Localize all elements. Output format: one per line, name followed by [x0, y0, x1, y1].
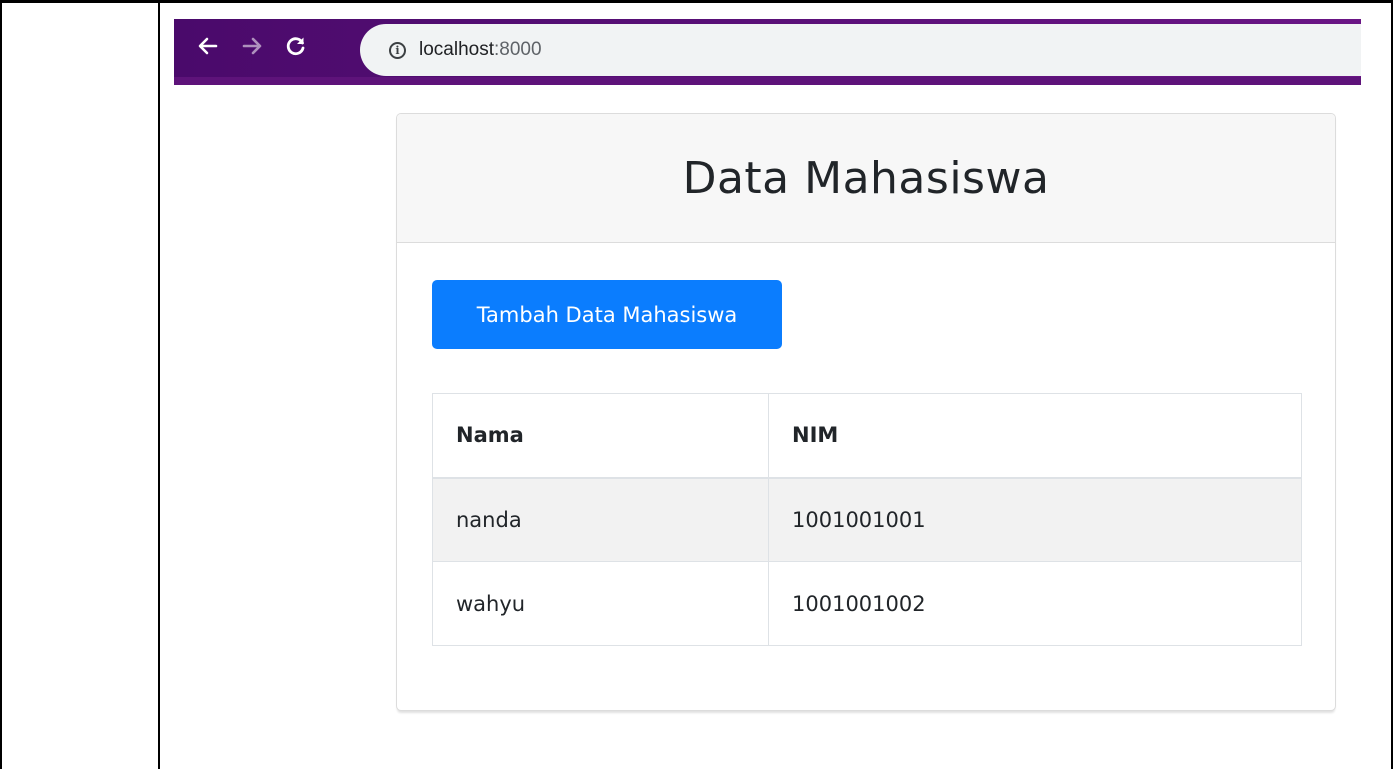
- cell-nama: wahyu: [432, 561, 769, 646]
- forward-button[interactable]: [237, 31, 267, 61]
- arrow-left-icon: [198, 37, 218, 55]
- frame-left-border: [0, 0, 2, 769]
- url-text[interactable]: localhost:8000: [419, 39, 542, 61]
- table-header-row: Nama NIM: [432, 393, 1302, 479]
- arrow-right-icon: [242, 37, 262, 55]
- info-icon[interactable]: i: [389, 41, 406, 59]
- card-header: Data Mahasiswa: [397, 114, 1335, 243]
- frame-column-divider: [158, 0, 160, 769]
- address-bar[interactable]: i localhost:8000: [360, 24, 1361, 76]
- reload-icon: [286, 37, 305, 56]
- frame-top-border: [0, 0, 1393, 3]
- back-button[interactable]: [193, 31, 223, 61]
- page-title: Data Mahasiswa: [682, 152, 1050, 204]
- cell-nama: nanda: [432, 477, 769, 562]
- table-row[interactable]: nanda 1001001001: [432, 477, 1302, 562]
- content-card: Data Mahasiswa Tambah Data Mahasiswa Nam…: [396, 113, 1336, 711]
- student-table: Nama NIM nanda 1001001001 wahyu 10010010…: [432, 393, 1302, 646]
- add-student-button[interactable]: Tambah Data Mahasiswa: [432, 280, 782, 349]
- cell-nim: 1001001002: [768, 561, 1302, 646]
- browser-toolbar-edge: [174, 77, 1361, 85]
- reload-button[interactable]: [281, 31, 311, 61]
- table-row[interactable]: wahyu 1001001002: [432, 561, 1302, 646]
- url-host: localhost: [419, 39, 494, 60]
- cell-nim: 1001001001: [768, 477, 1302, 562]
- column-header-nama[interactable]: Nama: [432, 393, 769, 479]
- column-header-nim[interactable]: NIM: [768, 393, 1302, 479]
- url-port: :8000: [494, 39, 542, 60]
